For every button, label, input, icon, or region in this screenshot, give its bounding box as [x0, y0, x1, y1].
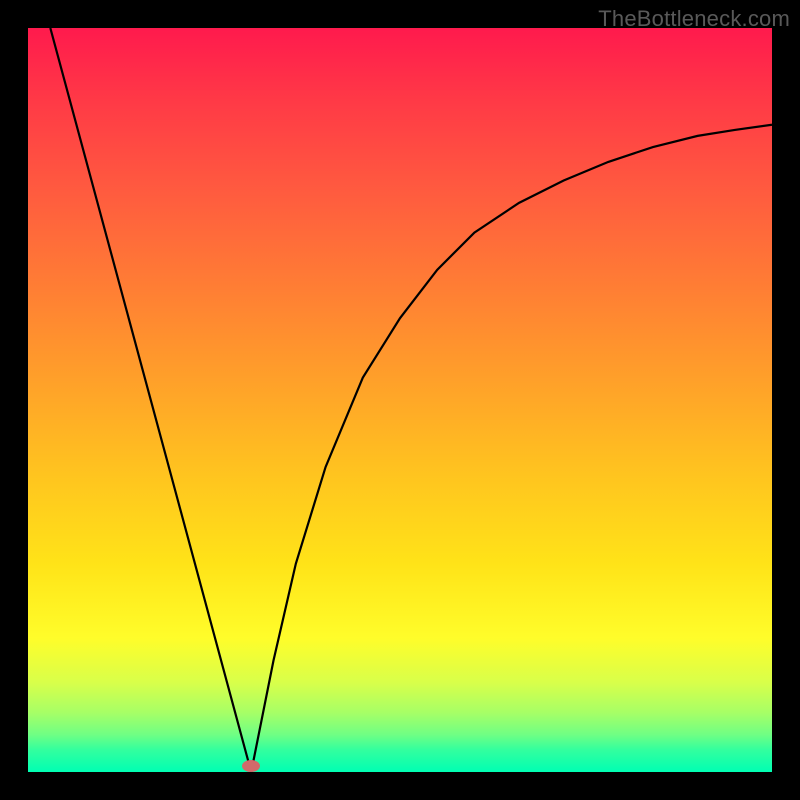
watermark-text: TheBottleneck.com: [598, 6, 790, 32]
optimal-point-marker: [242, 760, 260, 772]
chart-frame: TheBottleneck.com: [0, 0, 800, 800]
curve-svg: [28, 28, 772, 772]
bottleneck-curve: [50, 28, 772, 772]
plot-area: [28, 28, 772, 772]
